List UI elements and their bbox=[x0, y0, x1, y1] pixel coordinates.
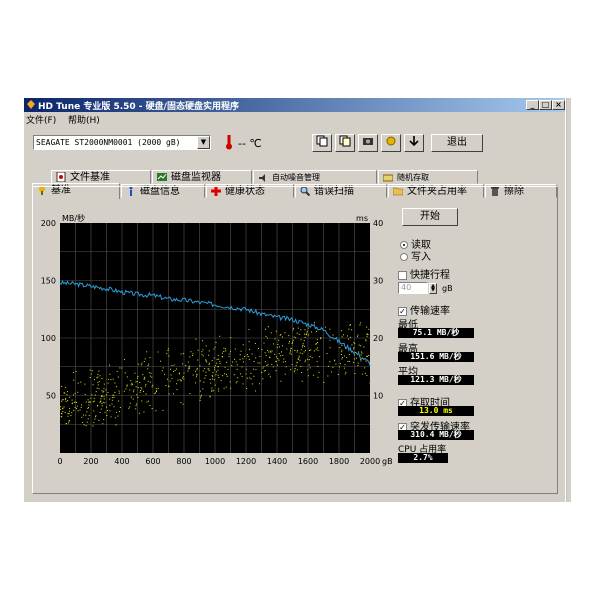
short-stroke-unit: gB bbox=[442, 284, 453, 293]
menu-help[interactable]: 帮助(H) bbox=[68, 113, 100, 126]
minimize-button[interactable]: _ bbox=[526, 100, 539, 110]
short-stroke-value: 40 bbox=[401, 283, 412, 292]
short-stroke-label: 快捷行程 bbox=[410, 270, 450, 281]
short-stroke-spinner[interactable]: ▲ ▼ bbox=[429, 283, 437, 294]
exit-button[interactable]: 退出 bbox=[431, 134, 483, 152]
window-edge bbox=[566, 98, 571, 502]
thermometer-icon bbox=[219, 134, 239, 152]
tab-disk-monitor[interactable]: 磁盘监视器 bbox=[152, 170, 252, 184]
save-button[interactable] bbox=[404, 134, 424, 152]
app-icon bbox=[27, 100, 35, 109]
random-access-icon bbox=[382, 173, 394, 183]
write-radio[interactable]: 写入 bbox=[400, 248, 431, 263]
window-title: HD Tune 专业版 5.50 - 硬盘/固态硬盘实用程序 bbox=[38, 102, 239, 112]
close-button[interactable]: × bbox=[552, 100, 565, 110]
speaker-icon bbox=[258, 173, 268, 183]
copy-image-icon bbox=[339, 135, 351, 147]
tab-label: 自动噪音管理 bbox=[272, 173, 320, 182]
arrow-down-icon bbox=[409, 136, 419, 147]
copy-text-icon bbox=[316, 135, 328, 147]
tab-file-benchmark[interactable]: 文件基准 bbox=[51, 170, 151, 184]
tab-label: 磁盘监视器 bbox=[171, 172, 221, 183]
menu-bar: 文件(F) 帮助(H) bbox=[24, 112, 565, 126]
copy-text-button[interactable] bbox=[312, 134, 332, 152]
avg-value: 121.3 MB/秒 bbox=[398, 375, 474, 385]
toolbar: SEAGATE ST2000NM0001 (2000 gB) ▼ -- ℃ 退出 bbox=[24, 134, 565, 154]
tab-aam[interactable]: 自动噪音管理 bbox=[253, 170, 377, 184]
max-value: 151.6 MB/秒 bbox=[398, 352, 474, 362]
write-radio-dot bbox=[400, 253, 408, 261]
short-stroke-checkbox[interactable]: 快捷行程 bbox=[398, 266, 450, 281]
stats-panel: 最低 75.1 MB/秒 最高 151.6 MB/秒 平均 121.3 MB/秒… bbox=[398, 314, 478, 464]
chevron-down-icon[interactable]: ▼ bbox=[197, 136, 210, 149]
tab-label: 随机存取 bbox=[397, 173, 429, 182]
short-stroke-box bbox=[398, 270, 407, 280]
title-bar: HD Tune 专业版 5.50 - 硬盘/固态硬盘实用程序 _ □ × bbox=[24, 98, 565, 112]
write-label: 写入 bbox=[411, 252, 431, 263]
drive-select-value: SEAGATE ST2000NM0001 (2000 gB) bbox=[36, 138, 181, 147]
short-stroke-input[interactable]: 40 bbox=[398, 282, 428, 294]
cpu-value: 2.7% bbox=[398, 453, 448, 463]
access-time-value: 13.0 ms bbox=[398, 406, 474, 416]
maximize-button[interactable]: □ bbox=[539, 100, 552, 110]
temperature-readout: -- ℃ bbox=[238, 137, 262, 150]
copy-image-button[interactable] bbox=[335, 134, 355, 152]
tab-random-access[interactable]: 随机存取 bbox=[378, 170, 478, 184]
options-icon bbox=[386, 136, 396, 146]
file-benchmark-icon bbox=[56, 171, 66, 183]
min-value: 75.1 MB/秒 bbox=[398, 328, 474, 338]
start-button[interactable]: 开始 bbox=[402, 208, 458, 226]
burst-value: 310.4 MB/秒 bbox=[398, 430, 474, 440]
tab-label: 文件基准 bbox=[70, 172, 110, 183]
camera-icon bbox=[363, 138, 373, 145]
monitor-icon bbox=[157, 172, 167, 182]
benchmark-panel bbox=[32, 186, 558, 494]
main-window: HD Tune 专业版 5.50 - 硬盘/固态硬盘实用程序 _ □ × 文件(… bbox=[24, 98, 565, 502]
drive-select[interactable]: SEAGATE ST2000NM0001 (2000 gB) ▼ bbox=[33, 135, 211, 150]
options-button[interactable] bbox=[381, 134, 401, 152]
screenshot-button[interactable] bbox=[358, 134, 378, 152]
menu-file[interactable]: 文件(F) bbox=[26, 113, 56, 126]
